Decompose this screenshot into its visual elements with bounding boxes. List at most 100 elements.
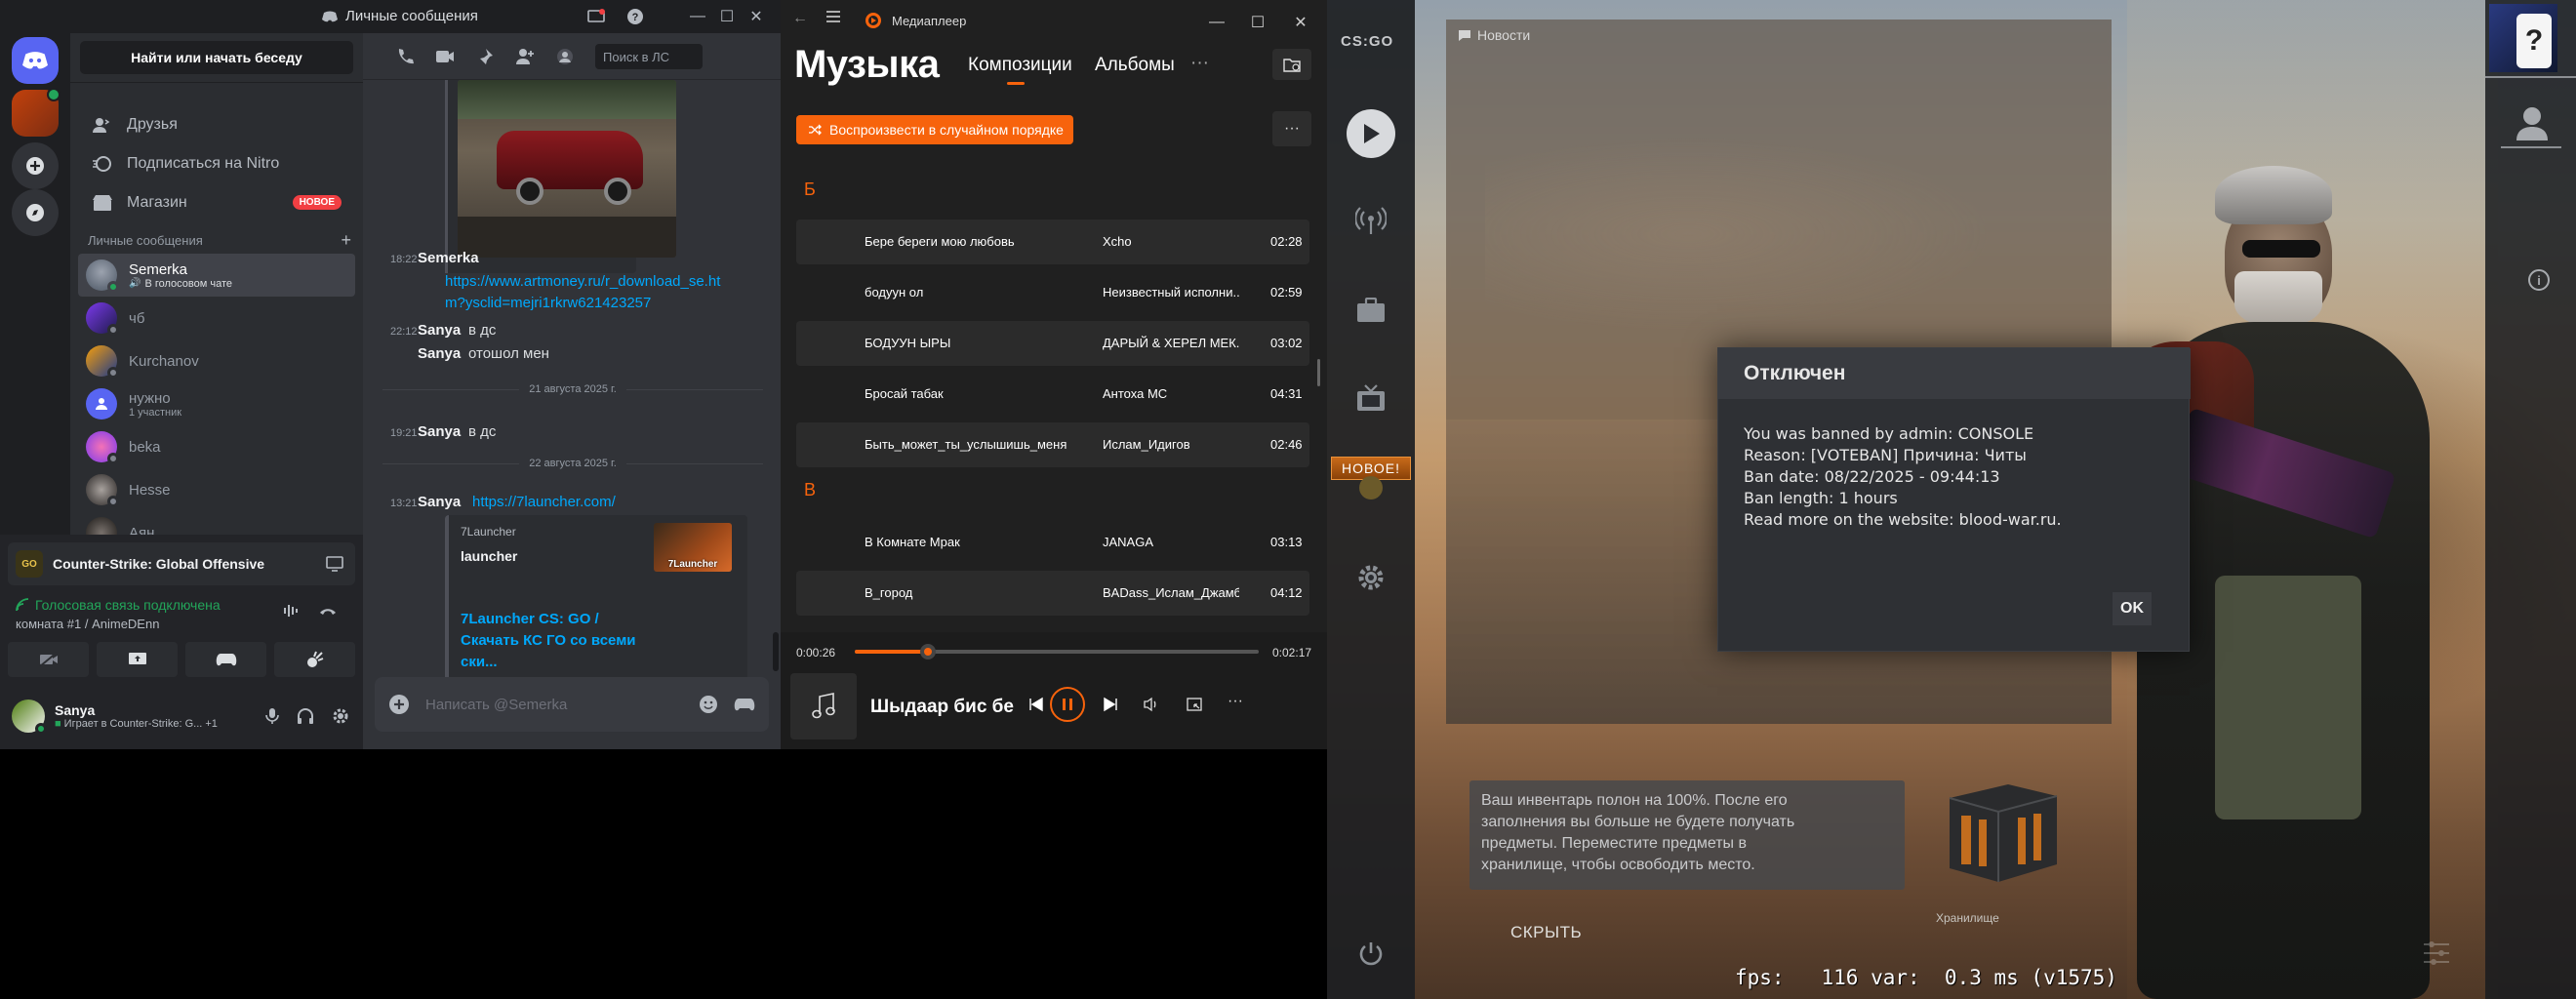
- next-icon[interactable]: [1103, 697, 1118, 712]
- watch-tv-icon[interactable]: [1349, 377, 1392, 420]
- dm-item-beka[interactable]: beka: [78, 425, 355, 468]
- microphone-icon[interactable]: [265, 707, 279, 725]
- msg-author[interactable]: Semerka: [418, 250, 479, 266]
- discover-button[interactable]: [12, 189, 59, 236]
- maximize-icon[interactable]: ☐: [1243, 8, 1272, 37]
- hide-button[interactable]: СКРЫТЬ: [1510, 923, 1582, 942]
- add-friends-icon[interactable]: [515, 48, 535, 65]
- power-icon[interactable]: [1349, 933, 1392, 976]
- more-icon[interactable]: ···: [1228, 693, 1243, 710]
- close-icon[interactable]: ✕: [1286, 8, 1315, 37]
- soundboard-button[interactable]: [274, 642, 355, 677]
- noise-suppression-icon[interactable]: [283, 603, 301, 619]
- info-icon[interactable]: i: [2528, 269, 2550, 291]
- activities-button[interactable]: [185, 642, 266, 677]
- tab-albums[interactable]: Альбомы: [1095, 55, 1175, 76]
- msg-link[interactable]: https://7launcher.com/: [472, 492, 616, 513]
- msg-author[interactable]: Sanya: [418, 494, 461, 510]
- menu-icon[interactable]: [825, 10, 841, 23]
- nav-shop[interactable]: Магазин НОВОЕ: [78, 183, 355, 222]
- minimize-icon[interactable]: —: [1202, 8, 1231, 37]
- track-row[interactable]: В Комнате Мрак JANAGA 03:13: [796, 520, 1309, 565]
- track-row[interactable]: Быть_может_ты_услышишь_меня Ислам_Идигов…: [796, 422, 1309, 467]
- close-icon[interactable]: ✕: [742, 2, 771, 31]
- disconnect-icon[interactable]: [318, 603, 338, 619]
- camera-off-button[interactable]: [8, 642, 89, 677]
- phone-icon[interactable]: [396, 48, 414, 65]
- miniplayer-icon[interactable]: [1187, 697, 1202, 712]
- pin-icon[interactable]: [476, 48, 494, 65]
- sticker-icon[interactable]: [699, 695, 718, 714]
- game-activity-icon[interactable]: [734, 697, 755, 712]
- headphones-icon[interactable]: [297, 707, 314, 725]
- letter-header[interactable]: Б: [804, 180, 816, 200]
- msg-link[interactable]: https://www.artmoney.ru/r_download_se.ht: [445, 271, 720, 293]
- maximize-icon[interactable]: ☐: [712, 2, 742, 31]
- dm-search-input[interactable]: Поиск в ЛС: [595, 43, 703, 69]
- volume-icon[interactable]: [1144, 697, 1159, 712]
- dm-item-semerka[interactable]: Semerka 🔊 В голосовом чате: [78, 254, 355, 297]
- tab-compositions[interactable]: Композиции: [968, 55, 1072, 76]
- operation-icon[interactable]: [1349, 466, 1392, 509]
- voice-room[interactable]: комната #1 / AnimeDEnn: [16, 617, 159, 631]
- embed-description[interactable]: 7Launcher CS: GO / Скачать КС ГО со всем…: [461, 609, 636, 673]
- track-row[interactable]: БОДУУН ЫРЫ ДАРЫЙ & ХЕРЕЛ МЕК... 03:02: [796, 321, 1309, 366]
- msg-link[interactable]: m?ysclid=mejri1rkrw621423257: [445, 293, 651, 314]
- msg-author[interactable]: Sanya: [418, 345, 461, 362]
- seek-bar[interactable]: [855, 644, 1259, 659]
- previous-icon[interactable]: [1028, 697, 1044, 712]
- add-folder-button[interactable]: [1272, 49, 1311, 80]
- embed-thumbnail[interactable]: 7Launcher: [654, 523, 732, 572]
- play-button[interactable]: [1347, 109, 1395, 158]
- track-row[interactable]: Бере береги мою любовь Xcho 02:28: [796, 220, 1309, 264]
- screen-share-icon[interactable]: [582, 2, 611, 31]
- profile-person-icon[interactable]: [2515, 105, 2550, 142]
- msg-author[interactable]: Sanya: [418, 423, 461, 440]
- dm-item-kurchanov[interactable]: Kurchanov: [78, 340, 355, 382]
- help-question-icon[interactable]: ?: [2516, 14, 2552, 68]
- user-avatar[interactable]: [12, 699, 47, 735]
- stream-icon[interactable]: [326, 556, 343, 572]
- player-avatar[interactable]: ?: [2489, 4, 2557, 72]
- filter-icon[interactable]: [2420, 937, 2453, 970]
- server-avatar[interactable]: [12, 88, 60, 137]
- ok-button[interactable]: OK: [2113, 592, 2152, 625]
- nav-friends[interactable]: Друзья: [78, 105, 355, 144]
- dm-item-group[interactable]: нужно 1 участник: [78, 382, 355, 425]
- watch-broadcast-icon[interactable]: [1349, 199, 1392, 242]
- add-server-button[interactable]: [12, 142, 59, 189]
- more-options-button[interactable]: ···: [1272, 111, 1311, 146]
- settings-icon[interactable]: [332, 707, 349, 725]
- news-header[interactable]: Новости: [1458, 27, 1530, 43]
- shuffle-play-button[interactable]: Воспроизвести в случайном порядке: [796, 115, 1073, 144]
- settings-gear-icon[interactable]: [1349, 556, 1392, 599]
- track-list-scrollbar[interactable]: [1317, 359, 1320, 386]
- user-info[interactable]: Sanya ■ Играет в Counter-Strike: G... +1: [55, 702, 234, 730]
- game-activity[interactable]: GO Counter-Strike: Global Offensive: [8, 542, 355, 585]
- profile-icon[interactable]: [556, 48, 574, 65]
- tab-more[interactable]: ···: [1190, 53, 1209, 74]
- message-input[interactable]: Написать @Semerka: [375, 677, 769, 732]
- track-row[interactable]: бодуун ол Неизвестный исполни... 02:59: [796, 270, 1309, 315]
- album-art[interactable]: [790, 673, 857, 739]
- back-icon[interactable]: ←: [792, 10, 808, 27]
- chat-scrollbar[interactable]: [773, 632, 779, 671]
- nav-nitro[interactable]: Подписаться на Nitro: [78, 144, 355, 183]
- inventory-briefcase-icon[interactable]: [1349, 289, 1392, 332]
- dm-item-chb[interactable]: чб: [78, 297, 355, 340]
- storage-unit[interactable]: [1940, 779, 2065, 894]
- help-icon[interactable]: ?: [621, 2, 650, 31]
- pause-button[interactable]: [1050, 687, 1085, 722]
- letter-header[interactable]: В: [804, 480, 816, 500]
- home-button[interactable]: [12, 37, 59, 84]
- add-attachment-icon[interactable]: [388, 694, 410, 715]
- create-dm-icon[interactable]: +: [341, 230, 351, 251]
- car-photo[interactable]: [458, 80, 676, 258]
- track-row[interactable]: В_город BADass_Ислам_Джамб... 04:12: [796, 571, 1309, 616]
- minimize-icon[interactable]: —: [683, 2, 712, 31]
- msg-author[interactable]: Sanya: [418, 322, 461, 339]
- dm-item-hesse[interactable]: Hesse: [78, 468, 355, 511]
- seek-thumb[interactable]: [919, 644, 936, 659]
- now-playing-title[interactable]: Шыдаар бис бе: [870, 697, 1014, 718]
- voice-connected-status[interactable]: Голосовая связь подключена: [16, 597, 221, 613]
